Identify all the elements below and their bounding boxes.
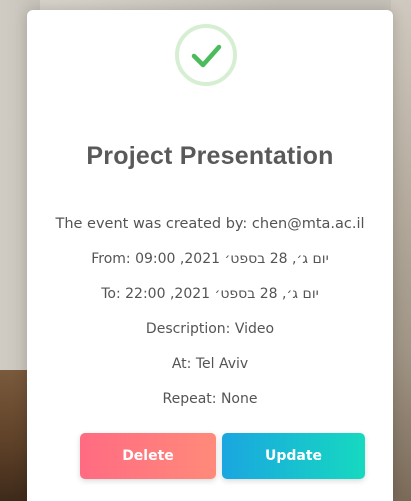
event-to: To: יום ג׳, 28 בספט׳ 2021, 22:00	[27, 286, 393, 302]
event-description: Description: Video	[145, 321, 275, 337]
event-from-label: From:	[91, 251, 131, 267]
check-icon	[191, 44, 222, 68]
event-to-label: To:	[101, 286, 121, 302]
event-repeat: Repeat: None	[162, 391, 258, 407]
event-creator: The event was created by: chen@mta.ac.il	[55, 216, 365, 232]
background-right-edge	[391, 0, 411, 501]
success-badge	[175, 24, 237, 86]
event-details-dialog: Project Presentation The event was creat…	[27, 10, 393, 501]
event-title: Project Presentation	[86, 142, 334, 170]
event-location: At: Tel Aviv	[171, 356, 249, 372]
update-button[interactable]: Update	[222, 433, 365, 479]
event-from: From: יום ג׳, 28 בספט׳ 2021, 09:00	[27, 251, 393, 267]
event-from-value: יום ג׳, 28 בספט׳ 2021, 09:00	[135, 251, 329, 267]
delete-button[interactable]: Delete	[80, 433, 216, 479]
event-to-value: יום ג׳, 28 בספט׳ 2021, 22:00	[125, 286, 319, 302]
